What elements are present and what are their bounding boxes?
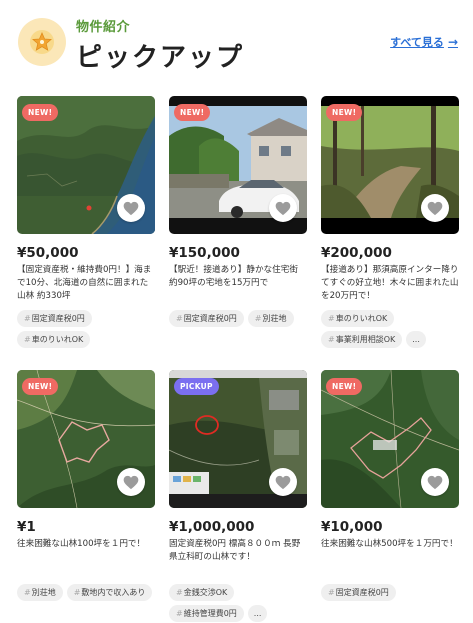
tag-label: 車のりいれOK (31, 335, 84, 344)
price: ¥50,000 (17, 245, 79, 261)
heart-icon (123, 475, 139, 489)
tag[interactable]: # 敷地内で収入あり (66, 584, 153, 601)
hash-icon: # (176, 588, 183, 597)
tag-label: 固定資産税0円 (335, 588, 389, 597)
tag-label: 車のりいれOK (335, 314, 388, 323)
star-icon (18, 18, 66, 66)
tag[interactable]: # 固定資産税0円 (17, 310, 92, 327)
property-image-map[interactable]: NEW! (321, 370, 459, 508)
price: ¥200,000 (321, 245, 392, 261)
tag[interactable]: # 固定資産税0円 (169, 310, 244, 327)
new-badge: NEW! (22, 104, 59, 121)
section-header: 物件紹介 ピックアップ すべて見る → (18, 16, 458, 73)
tag-list: # 車のりいれOK # 事業利用相談OK ... (321, 310, 459, 348)
section-title: ピックアップ (76, 43, 245, 73)
tag-label: 敷地内で収入あり (81, 588, 146, 597)
section-subtitle: 物件紹介 (76, 20, 131, 35)
tag-list: # 固定資産税0円 # 別荘地 (169, 310, 307, 327)
favorite-heart-button[interactable] (269, 194, 297, 222)
property-description[interactable]: 往来困難な山林100坪を１円で！ (17, 538, 155, 577)
heart-icon (427, 201, 443, 215)
heart-icon (275, 201, 291, 215)
price: ¥10,000 (321, 519, 383, 535)
property-card[interactable]: NEW! ¥1 往来困難な山林100坪を１円で！ # 別荘地 # 敷地内で収入あり (17, 370, 155, 601)
more-tags-button[interactable]: ... (406, 331, 426, 348)
hash-icon: # (24, 314, 31, 323)
tag-list: # 固定資産税0円 # 車のりいれOK (17, 310, 155, 348)
arrow-right-icon: → (447, 35, 458, 49)
hash-icon: # (24, 335, 31, 344)
hash-icon: # (24, 588, 31, 597)
tag[interactable]: # 別荘地 (17, 584, 63, 601)
property-card[interactable]: NEW! ¥150,000 【駅近！接道あり】静かな住宅街 約90坪の宅地を15… (169, 96, 307, 327)
heart-icon (427, 475, 443, 489)
see-all-link[interactable]: すべて見る → (390, 34, 458, 50)
new-badge: NEW! (326, 378, 363, 395)
tag[interactable]: # 事業利用相談OK (321, 331, 403, 348)
new-badge: NEW! (22, 378, 59, 395)
property-description[interactable]: 往来困難な山林500坪を１万円で！ (321, 538, 459, 577)
heart-icon (275, 475, 291, 489)
tag-label: 金銭交渉OK (183, 588, 228, 597)
hash-icon: # (328, 588, 335, 597)
pickup-badge: PICKUP (174, 378, 219, 395)
favorite-heart-button[interactable] (421, 468, 449, 496)
favorite-heart-button[interactable] (117, 194, 145, 222)
property-card[interactable]: PICKUP ¥1,000,000 固定資産税0円 標高８００ｍ 長野県立科町の… (169, 370, 307, 622)
tag[interactable]: # 維持管理費0円 (169, 605, 244, 622)
tag-label: 別荘地 (262, 314, 287, 323)
more-tags-button[interactable]: ... (247, 605, 268, 622)
see-all-label: すべて見る (390, 36, 444, 49)
hash-icon: # (176, 314, 183, 323)
tag[interactable]: # 車のりいれOK (17, 331, 91, 348)
tag-list: # 別荘地 # 敷地内で収入あり (17, 584, 155, 601)
property-description[interactable]: 【固定資産税・維持費0円！】海まで10分、北海道の自然に囲まれた山林 約330坪 (17, 264, 155, 303)
property-description[interactable]: 固定資産税0円 標高８００ｍ 長野県立科町の山林です！ (169, 538, 307, 577)
hash-icon: # (176, 609, 183, 618)
property-image-photo[interactable]: NEW! (321, 96, 459, 234)
favorite-heart-button[interactable] (117, 468, 145, 496)
property-image-photo[interactable]: NEW! (169, 96, 307, 234)
tag-label: 維持管理費0円 (183, 609, 237, 618)
tag-list: # 金銭交渉OK # 維持管理費0円 ... (169, 584, 307, 622)
favorite-heart-button[interactable] (421, 194, 449, 222)
hash-icon: # (73, 588, 81, 597)
new-badge: NEW! (326, 104, 363, 121)
tag[interactable]: # 車のりいれOK (321, 310, 395, 327)
hash-icon: # (328, 314, 335, 323)
new-badge: NEW! (174, 104, 211, 121)
property-description[interactable]: 【接道あり】那須高原インター降りてすぐの好立地！木々に囲まれた山を20万円で！ (321, 264, 459, 303)
tag-label: 事業利用相談OK (335, 335, 396, 344)
tag-list: # 固定資産税0円 (321, 584, 459, 601)
property-card[interactable]: NEW! ¥10,000 往来困難な山林500坪を１万円で！ # 固定資産税0円 (321, 370, 459, 601)
property-card[interactable]: NEW! ¥200,000 【接道あり】那須高原インター降りてすぐの好立地！木々… (321, 96, 459, 348)
favorite-heart-button[interactable] (269, 468, 297, 496)
tag-label: 別荘地 (31, 588, 56, 597)
property-image-map[interactable]: PICKUP (169, 370, 307, 508)
tag-label: 固定資産税0円 (183, 314, 237, 323)
property-image-map[interactable]: NEW! (17, 96, 155, 234)
property-description[interactable]: 【駅近！接道あり】静かな住宅街 約90坪の宅地を15万円で (169, 264, 307, 303)
tag[interactable]: # 別荘地 (247, 310, 294, 327)
price: ¥1 (17, 519, 36, 535)
tag[interactable]: # 金銭交渉OK (169, 584, 235, 601)
heart-icon (123, 201, 139, 215)
property-card[interactable]: NEW! ¥50,000 【固定資産税・維持費0円！】海まで10分、北海道の自然… (17, 96, 155, 348)
hash-icon: # (328, 335, 335, 344)
price: ¥150,000 (169, 245, 240, 261)
hash-icon: # (254, 314, 262, 323)
tag-label: 固定資産税0円 (31, 314, 85, 323)
property-image-map[interactable]: NEW! (17, 370, 155, 508)
tag[interactable]: # 固定資産税0円 (321, 584, 396, 601)
price: ¥1,000,000 (169, 519, 255, 535)
